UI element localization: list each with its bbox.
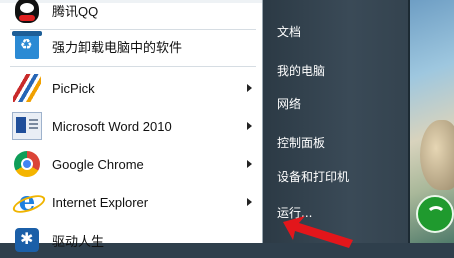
program-label: Microsoft Word 2010 [52,118,172,134]
place-label: 控制面板 [277,135,326,150]
place-item-documents[interactable]: 文档 [277,18,397,44]
start-menu-places-panel: 文档 我的电脑 网络 控制面板 设备和打印机 运行... [263,0,408,243]
separator [10,66,256,67]
place-label: 我的电脑 [277,63,326,78]
program-item-word[interactable]: Microsoft Word 2010 [6,108,256,144]
submenu-arrow-icon [247,84,252,92]
submenu-arrow-icon [247,122,252,130]
start-menu-programs-panel: 腾讯QQ 强力卸载电脑中的软件 PicPick Microsoft Word 2… [0,0,263,252]
place-item-computer[interactable]: 我的电脑 [277,57,397,83]
word-icon [12,111,42,141]
program-label: 腾讯QQ [52,3,99,19]
place-item-devices-printers[interactable]: 设备和打印机 [277,163,397,189]
submenu-arrow-icon [247,160,252,168]
program-item-picpick[interactable]: PicPick [6,70,256,106]
place-label: 文档 [277,24,302,39]
program-label: PicPick [52,80,95,96]
program-item-ie[interactable]: e Internet Explorer [6,184,256,220]
picpick-icon [12,73,42,103]
program-label: Google Chrome [52,156,144,172]
uninstall-icon [12,31,42,61]
program-label: 强力卸载电脑中的软件 [52,39,183,55]
wifi-icon[interactable] [416,195,454,233]
place-label: 设备和打印机 [277,169,350,184]
desktop-wallpaper [408,0,454,243]
submenu-arrow-icon [247,198,252,206]
program-item-uninstall[interactable]: 强力卸载电脑中的软件 [6,28,256,64]
qq-icon [12,0,42,25]
driver-icon [12,225,42,255]
place-label: 网络 [277,96,302,111]
place-item-control-panel[interactable]: 控制面板 [277,129,397,155]
ie-icon: e [12,187,42,217]
chrome-icon [12,149,42,179]
program-label: Internet Explorer [52,194,149,210]
program-item-chrome[interactable]: Google Chrome [6,146,256,182]
annotation-arrow-icon [283,216,353,248]
place-item-network[interactable]: 网络 [277,90,397,116]
program-item-qq[interactable]: 腾讯QQ [6,0,256,28]
program-label: 驱动人生 [52,233,105,249]
wallpaper-rock [420,120,454,190]
program-item-driver[interactable]: 驱动人生 [6,222,256,258]
